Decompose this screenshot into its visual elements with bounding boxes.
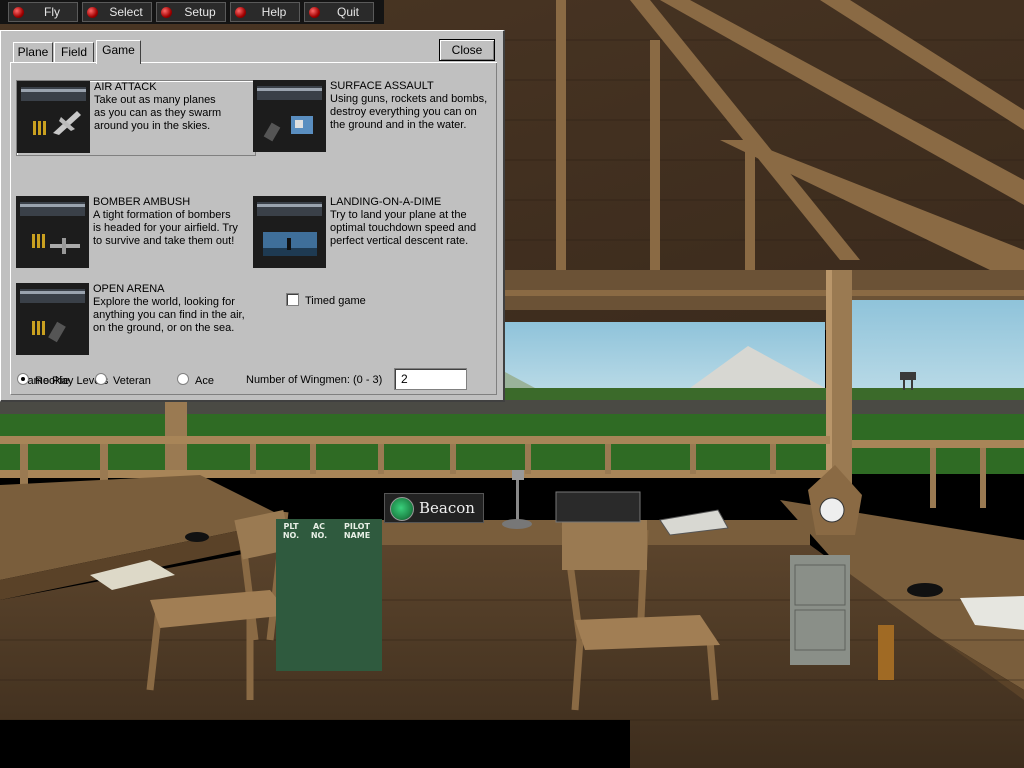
red-led-icon (161, 7, 172, 18)
setup-button[interactable]: Setup (156, 2, 226, 22)
beacon-label: Beacon (419, 499, 475, 517)
timed-game-label: Timed game (305, 295, 366, 307)
beacon-panel: Beacon (384, 493, 484, 523)
wingmen-label: Number of Wingmen: (0 - 3) (246, 374, 383, 386)
radio-dot[interactable] (95, 373, 107, 385)
menu-label: Select (109, 5, 143, 19)
radio-dot[interactable] (17, 373, 29, 385)
board-header-plt: PLT NO. (282, 522, 300, 540)
mode-desc: Explore the world, looking for anything … (93, 296, 245, 334)
red-led-icon (13, 7, 24, 18)
open-arena-icon (16, 283, 89, 355)
radio-ace[interactable]: Ace (177, 373, 214, 387)
menu-label: Quit (336, 5, 359, 19)
timed-game-checkbox[interactable]: Timed game (286, 293, 366, 307)
mode-title: OPEN ARENA (93, 283, 165, 295)
mode-surface-assault[interactable]: SURFACE ASSAULT Using guns, rockets and … (253, 80, 493, 154)
landing-icon (253, 196, 326, 268)
mode-desc: Using guns, rockets and bombs, destroy e… (330, 93, 488, 131)
mode-title: BOMBER AMBUSH (93, 196, 191, 208)
radio-rookie[interactable]: Rookie (17, 373, 69, 387)
mode-desc: Take out as many planes as you can as th… (94, 94, 222, 132)
mode-desc: Try to land your plane at the optimal to… (330, 209, 477, 247)
menu-label: Fly (44, 5, 60, 19)
game-tab-panel: AIR ATTACK Take out as many planes as yo… (10, 63, 497, 395)
mode-text: OPEN ARENA Explore the world, looking fo… (93, 283, 253, 335)
bomber-ambush-icon (16, 196, 89, 268)
mode-open-arena[interactable]: OPEN ARENA Explore the world, looking fo… (16, 283, 254, 357)
red-led-icon (87, 7, 98, 18)
mode-landing-on-a-dime[interactable]: LANDING-ON-A-DIME Try to land your plane… (253, 196, 493, 270)
red-led-icon (235, 7, 246, 18)
radio-dot[interactable] (177, 373, 189, 385)
tab-field[interactable]: Field (54, 42, 94, 62)
close-button[interactable]: Close (439, 39, 495, 61)
mode-title: SURFACE ASSAULT (330, 80, 434, 92)
mode-air-attack[interactable]: AIR ATTACK Take out as many planes as yo… (16, 80, 256, 156)
quit-button[interactable]: Quit (304, 2, 374, 22)
mode-desc: A tight formation of bombers is headed f… (93, 209, 238, 247)
help-button[interactable]: Help (230, 2, 300, 22)
surface-assault-icon (253, 80, 326, 152)
radio-label: Ace (195, 375, 214, 387)
tab-plane[interactable]: Plane (13, 42, 53, 62)
mode-title: LANDING-ON-A-DIME (330, 196, 442, 208)
fly-button[interactable]: Fly (8, 2, 78, 22)
pilot-board: PLT NO. AC NO. PILOT NAME (276, 519, 382, 671)
mode-text: AIR ATTACK Take out as many planes as yo… (94, 81, 254, 133)
mode-text: BOMBER AMBUSH A tight formation of bombe… (93, 196, 253, 248)
air-attack-icon (17, 81, 90, 153)
radio-veteran[interactable]: Veteran (95, 373, 151, 387)
mode-bomber-ambush[interactable]: BOMBER AMBUSH A tight formation of bombe… (16, 196, 254, 270)
game-setup-dialog: Plane Field Game Close AIR ATTACK Take o… (0, 30, 505, 402)
mode-text: SURFACE ASSAULT Using guns, rockets and … (330, 80, 492, 132)
checkbox-box[interactable] (286, 293, 299, 306)
board-header-pilot: PILOT NAME (343, 522, 371, 540)
red-led-icon (309, 7, 320, 18)
menu-label: Setup (184, 5, 216, 19)
menu-label: Help (261, 5, 287, 19)
tab-game[interactable]: Game (96, 40, 141, 64)
select-button[interactable]: Select (82, 2, 152, 22)
top-menu-bar: Fly Select Setup Help Quit (0, 0, 384, 24)
mode-title: AIR ATTACK (94, 81, 157, 93)
mode-text: LANDING-ON-A-DIME Try to land your plane… (330, 196, 492, 248)
radio-label: Veteran (113, 375, 151, 387)
wingmen-input[interactable] (394, 368, 467, 390)
beacon-light-icon (390, 497, 414, 521)
board-header-ac: AC NO. (310, 522, 328, 540)
radio-label: Rookie (35, 375, 70, 387)
